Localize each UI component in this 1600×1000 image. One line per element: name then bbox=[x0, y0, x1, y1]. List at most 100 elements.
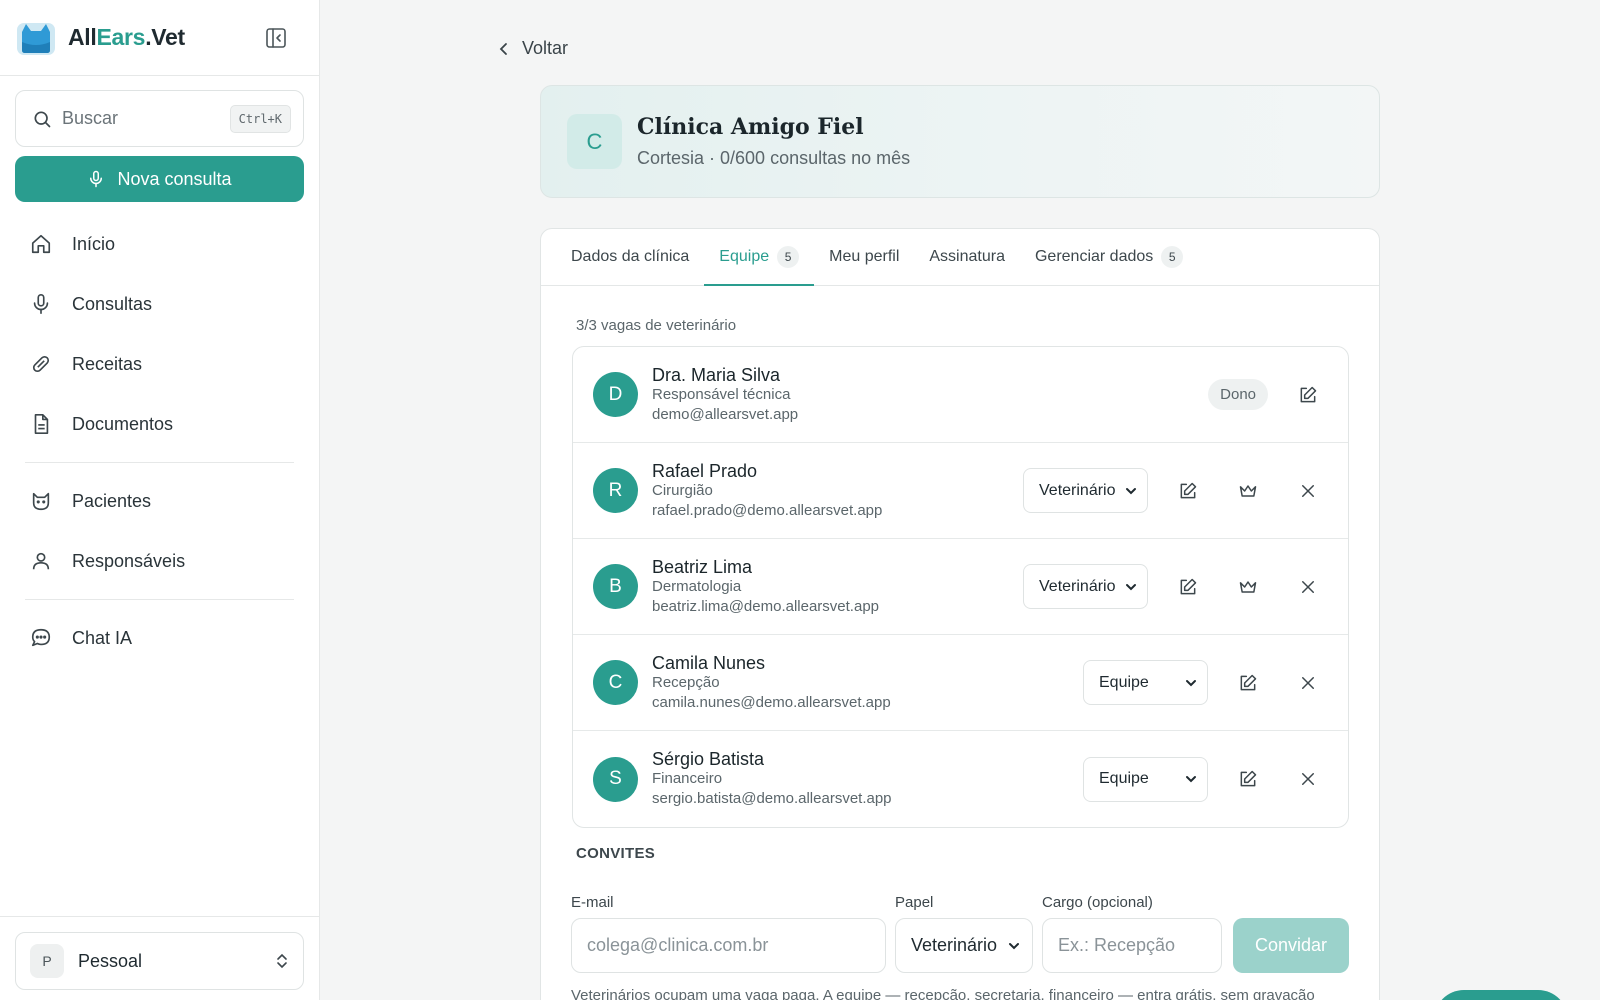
document-icon bbox=[30, 413, 52, 435]
sidebar-item-documentos[interactable]: Documentos bbox=[15, 394, 304, 454]
member-email: camila.nunes@demo.allearsvet.app bbox=[652, 693, 891, 711]
clinic-plan: Cortesia · 0/600 consultas no mês bbox=[637, 148, 911, 168]
invite-email-field[interactable]: colega@clinica.com.br bbox=[571, 918, 886, 973]
avatar: S bbox=[593, 756, 638, 802]
avatar: C bbox=[593, 660, 638, 705]
edit-icon bbox=[1240, 674, 1257, 690]
edit-member-button[interactable] bbox=[1228, 759, 1268, 799]
avatar: D bbox=[593, 372, 638, 417]
member-role: Dermatologia bbox=[652, 577, 742, 595]
back-link[interactable]: Voltar bbox=[498, 38, 568, 59]
tab-assinatura[interactable]: Assinatura bbox=[914, 229, 1020, 285]
nav-divider bbox=[25, 599, 294, 600]
edit-member-button[interactable] bbox=[1288, 375, 1328, 415]
tab-meu-perfil[interactable]: Meu perfil bbox=[814, 229, 914, 285]
sidebar-item-responsaveis[interactable]: Responsáveis bbox=[15, 531, 304, 591]
chevron-down-icon bbox=[1009, 942, 1019, 949]
remove-member-button[interactable] bbox=[1288, 567, 1328, 607]
cat-icon bbox=[30, 490, 52, 512]
invite-note: Veterinários ocupam uma vaga paga. A equ… bbox=[571, 987, 1315, 1000]
sidebar-item-label: Responsáveis bbox=[72, 550, 186, 571]
sidebar-item-receitas[interactable]: Receitas bbox=[15, 334, 304, 394]
invite-role-value: Veterinário bbox=[911, 935, 998, 955]
tab-label: Assinatura bbox=[929, 248, 1005, 265]
remove-member-button[interactable] bbox=[1288, 663, 1328, 703]
profile-switcher[interactable]: P Pessoal bbox=[15, 932, 304, 990]
member-name: Rafael Prado bbox=[652, 460, 758, 481]
member-access-select[interactable]: Equipe bbox=[1083, 756, 1208, 802]
remove-member-button[interactable] bbox=[1288, 471, 1328, 511]
sidebar-item-consultas[interactable]: Consultas bbox=[15, 274, 304, 334]
team-member-row: S Sérgio Batista Financeiro sergio.batis… bbox=[573, 731, 1348, 827]
user-icon bbox=[30, 550, 52, 572]
access-value: Equipe bbox=[1099, 673, 1149, 691]
sidebar-item-inicio[interactable]: Início bbox=[15, 214, 304, 274]
profile-name: Pessoal bbox=[78, 950, 143, 971]
edit-member-button[interactable] bbox=[1228, 663, 1268, 703]
clinic-name: Clínica Amigo Fiel bbox=[637, 114, 864, 140]
new-consult-label: Nova consulta bbox=[117, 168, 232, 189]
email-label: E-mail bbox=[571, 894, 614, 911]
vet-slots-text: 3/3 vagas de veterinário bbox=[576, 317, 737, 334]
clinic-info: Clínica Amigo Fiel Cortesia · 0/600 cons… bbox=[637, 114, 910, 169]
transfer-ownership-button[interactable] bbox=[1228, 471, 1268, 511]
member-access-select[interactable]: Equipe bbox=[1083, 660, 1208, 705]
tab-label: Dados da clínica bbox=[571, 248, 690, 265]
remove-member-button[interactable] bbox=[1288, 759, 1328, 799]
sidebar-item-label: Chat IA bbox=[72, 627, 133, 648]
invite-button[interactable]: Convidar bbox=[1233, 918, 1349, 973]
edit-member-button[interactable] bbox=[1168, 471, 1208, 511]
chevron-down-icon bbox=[1186, 776, 1196, 783]
pill-icon bbox=[30, 353, 52, 375]
search-input[interactable]: Buscar Ctrl+K bbox=[15, 90, 304, 147]
collapse-sidebar-button[interactable] bbox=[263, 25, 289, 51]
edit-member-button[interactable] bbox=[1168, 567, 1208, 607]
access-value: Equipe bbox=[1099, 770, 1149, 787]
member-email: beatriz.lima@demo.allearsvet.app bbox=[652, 597, 879, 615]
member-name: Sérgio Batista bbox=[652, 749, 765, 769]
tab-bar: Dados da clínica Equipe 5 Meu perfil Assi… bbox=[541, 229, 1379, 286]
transfer-ownership-button[interactable] bbox=[1228, 567, 1268, 607]
sidebar-item-chat-ia[interactable]: Chat IA bbox=[15, 608, 304, 668]
floating-action-button[interactable] bbox=[1434, 990, 1568, 1000]
new-consult-button[interactable]: Nova consulta bbox=[15, 156, 304, 202]
edit-icon bbox=[1180, 482, 1197, 498]
member-access-select[interactable]: Veterinário bbox=[1023, 564, 1148, 609]
tab-dados-da-clinica[interactable]: Dados da clínica bbox=[556, 229, 704, 285]
team-member-row: R Rafael Prado Cirurgião rafael.prado@de… bbox=[573, 443, 1348, 539]
sidebar-item-label: Consultas bbox=[72, 293, 153, 314]
sidebar-item-label: Receitas bbox=[72, 353, 143, 374]
sidebar-item-pacientes[interactable]: Pacientes bbox=[15, 471, 304, 531]
member-role: Cirurgião bbox=[652, 481, 713, 499]
member-access-select[interactable]: Veterinário bbox=[1023, 468, 1148, 513]
microphone-icon bbox=[87, 169, 105, 189]
sidebar-nav: Início Consultas Receitas Documentos Pac… bbox=[15, 214, 304, 668]
clinic-avatar: C bbox=[567, 114, 622, 169]
search-placeholder: Buscar bbox=[62, 108, 119, 128]
role-label: Papel bbox=[895, 894, 934, 911]
access-value: Veterinário bbox=[1039, 481, 1116, 499]
settings-panel: Dados da clínica Equipe 5 Meu perfil Assi… bbox=[540, 228, 1380, 1000]
invite-position-field[interactable]: Ex.: Recepção bbox=[1042, 918, 1222, 973]
search-shortcut: Ctrl+K bbox=[229, 104, 291, 133]
tab-gerenciar-dados[interactable]: Gerenciar dados 5 bbox=[1020, 229, 1198, 285]
logo-icon bbox=[16, 20, 56, 56]
crown-icon bbox=[1239, 580, 1257, 593]
member-name: Camila Nunes bbox=[652, 652, 766, 673]
edit-icon bbox=[1180, 578, 1197, 594]
chevron-left-icon bbox=[498, 41, 510, 57]
edit-icon bbox=[1300, 386, 1317, 402]
sidebar-collapse-icon bbox=[266, 27, 286, 48]
crown-icon bbox=[1239, 484, 1257, 497]
close-icon bbox=[1302, 676, 1314, 689]
back-label: Voltar bbox=[522, 38, 569, 58]
brand-name: AllEars.Vet bbox=[68, 24, 185, 50]
invites-heading: CONVITES bbox=[576, 845, 656, 862]
team-member-row: C Camila Nunes Recepção camila.nunes@dem… bbox=[573, 635, 1348, 731]
member-info: Sérgio Batista Financeiro sergio.batista… bbox=[652, 749, 1083, 809]
search-icon bbox=[32, 109, 52, 129]
chat-icon bbox=[30, 627, 52, 649]
tab-equipe[interactable]: Equipe 5 bbox=[704, 229, 814, 286]
member-role: Recepção bbox=[652, 673, 720, 691]
invite-role-select[interactable]: Veterinário bbox=[895, 918, 1033, 973]
